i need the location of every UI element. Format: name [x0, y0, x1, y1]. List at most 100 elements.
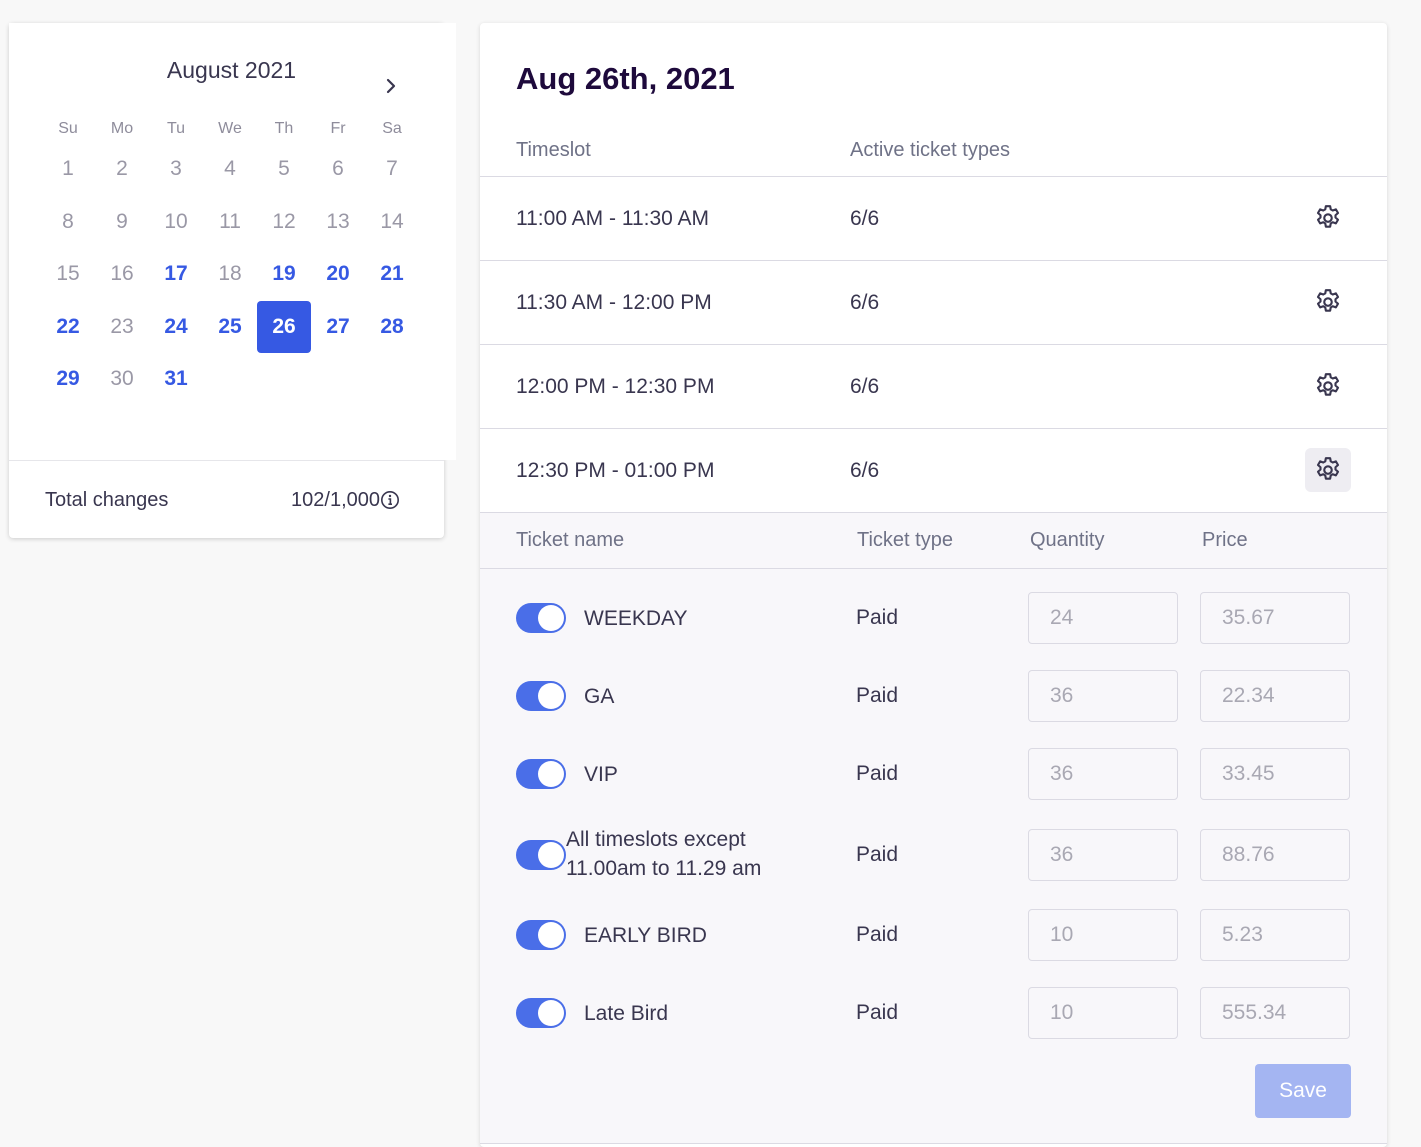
- timeslot-header: Timeslot: [516, 139, 591, 161]
- info-icon[interactable]: [380, 490, 400, 510]
- quantity-input[interactable]: [1028, 748, 1178, 800]
- timeslot-active-count: 6/6: [850, 207, 880, 230]
- ticket-type: Paid: [856, 843, 899, 866]
- calendar-day: 6: [332, 157, 344, 180]
- ticket-name-header: Ticket name: [516, 529, 625, 551]
- ticket-row: All timeslots except 11.00am to 11.29 am…: [480, 827, 1387, 881]
- calendar-day[interactable]: 19: [257, 248, 311, 300]
- calendar: August 2021 Su Mo Tu We Th Fr Sa 1 2 3 4 5 6 7 8 9 10 11…: [9, 23, 456, 460]
- price-header: Price: [1202, 529, 1248, 551]
- timeslot-active-count: 6/6: [850, 375, 880, 398]
- weekday-label: Mo: [110, 120, 134, 137]
- calendar-day[interactable]: 20: [311, 248, 365, 300]
- ticket-type-header: Ticket type: [857, 529, 953, 551]
- timeslot-panel: Aug 26th, 2021 Timeslot Active ticket ty…: [480, 23, 1387, 1147]
- calendar-day: 14: [380, 209, 404, 233]
- gear-icon: [1316, 373, 1340, 396]
- quantity-input[interactable]: [1028, 592, 1178, 644]
- timeslot-settings-button[interactable]: [1305, 364, 1351, 408]
- gear-icon: [1316, 457, 1340, 480]
- timeslot-settings-button[interactable]: [1305, 196, 1351, 240]
- ticket-row: VIP Paid: [480, 747, 1387, 801]
- timeslot-table-header: Timeslot Active ticket types: [480, 131, 1387, 177]
- ticket-table-header: Ticket name Ticket type Quantity Price: [480, 513, 1387, 569]
- ticket-enabled-toggle[interactable]: [516, 603, 566, 633]
- timeslot-row[interactable]: 11:00 AM - 11:30 AM 6/6: [480, 177, 1387, 261]
- next-month-button[interactable]: [380, 75, 402, 97]
- timeslot-settings-button[interactable]: [1305, 448, 1351, 492]
- ticket-name: Late Bird: [584, 1002, 669, 1025]
- ticket-name: VIP: [584, 763, 618, 786]
- price-input[interactable]: [1200, 987, 1350, 1039]
- calendar-day-selected[interactable]: 26: [257, 300, 311, 353]
- calendar-day: 1: [62, 157, 74, 180]
- calendar-day: 11: [219, 209, 241, 233]
- selected-date-title: Aug 26th, 2021: [516, 61, 735, 96]
- ticket-enabled-toggle[interactable]: [516, 840, 566, 870]
- calendar-day: 9: [116, 209, 128, 233]
- price-input[interactable]: [1200, 592, 1350, 644]
- calendar-day[interactable]: 31: [149, 353, 203, 405]
- quantity-header: Quantity: [1030, 529, 1105, 551]
- timeslot-active-count: 6/6: [850, 459, 880, 482]
- ticket-enabled-toggle[interactable]: [516, 759, 566, 789]
- ticket-row: GA Paid: [480, 669, 1387, 723]
- save-button[interactable]: Save: [1255, 1064, 1351, 1118]
- weekday-label: We: [218, 120, 242, 137]
- timeslot-row[interactable]: 12:30 PM - 01:00 PM 6/6: [480, 429, 1387, 513]
- calendar-day: 8: [62, 209, 74, 233]
- timeslot-time: 12:00 PM - 12:30 PM: [516, 375, 715, 398]
- total-changes: Total changes 102/1,000: [9, 460, 444, 539]
- ticket-settings: Ticket name Ticket type Quantity Price W…: [480, 513, 1387, 1144]
- calendar-day: 12: [272, 209, 296, 233]
- calendar-day: 10: [164, 209, 188, 233]
- weekday-label: Fr: [330, 120, 346, 137]
- ticket-name: EARLY BIRD: [584, 924, 707, 947]
- chevron-right-icon: [386, 78, 396, 94]
- weekday-label: Su: [58, 120, 78, 137]
- calendar-day[interactable]: 24: [149, 301, 203, 353]
- price-input[interactable]: [1200, 670, 1350, 722]
- calendar-day: 13: [326, 209, 350, 233]
- quantity-input[interactable]: [1028, 987, 1178, 1039]
- ticket-type: Paid: [856, 606, 899, 629]
- timeslot-time: 11:00 AM - 11:30 AM: [516, 207, 709, 230]
- price-input[interactable]: [1200, 829, 1350, 881]
- timeslot-row[interactable]: 12:00 PM - 12:30 PM 6/6: [480, 345, 1387, 429]
- ticket-type: Paid: [856, 684, 899, 707]
- weekday-label: Th: [274, 120, 294, 137]
- timeslot-time: 12:30 PM - 01:00 PM: [516, 459, 715, 482]
- ticket-type: Paid: [856, 923, 899, 946]
- weekday-label: Tu: [166, 120, 186, 137]
- ticket-enabled-toggle[interactable]: [516, 681, 566, 711]
- calendar-day: 5: [278, 157, 290, 180]
- quantity-input[interactable]: [1028, 829, 1178, 881]
- calendar-day[interactable]: 25: [203, 301, 257, 353]
- calendar-day[interactable]: 21: [365, 248, 419, 300]
- calendar-month-title: August 2021: [166, 57, 297, 83]
- price-input[interactable]: [1200, 748, 1350, 800]
- timeslot-row[interactable]: 11:30 AM - 12:00 PM 6/6: [480, 261, 1387, 345]
- ticket-name: WEEKDAY: [584, 607, 688, 630]
- calendar-day[interactable]: 17: [149, 248, 203, 300]
- ticket-row: Late Bird Paid: [480, 985, 1387, 1039]
- calendar-day[interactable]: 27: [311, 301, 365, 353]
- calendar-day: 16: [110, 262, 134, 285]
- calendar-day: 15: [56, 262, 80, 285]
- weekday-header: Su Mo Tu We Th Fr Sa: [41, 120, 441, 140]
- quantity-input[interactable]: [1028, 670, 1178, 722]
- ticket-enabled-toggle[interactable]: [516, 998, 566, 1028]
- calendar-day: 7: [386, 157, 398, 180]
- ticket-row: EARLY BIRD Paid: [480, 907, 1387, 961]
- ticket-enabled-toggle[interactable]: [516, 920, 566, 950]
- calendar-day: 23: [110, 314, 134, 338]
- calendar-day[interactable]: 22: [41, 301, 95, 353]
- calendar-day[interactable]: 28: [365, 301, 419, 353]
- calendar-day: 18: [218, 262, 242, 285]
- price-input[interactable]: [1200, 909, 1350, 961]
- gear-icon: [1316, 205, 1340, 228]
- timeslot-settings-button[interactable]: [1305, 280, 1351, 324]
- ticket-type: Paid: [856, 1001, 899, 1024]
- calendar-day[interactable]: 29: [41, 353, 95, 405]
- quantity-input[interactable]: [1028, 909, 1178, 961]
